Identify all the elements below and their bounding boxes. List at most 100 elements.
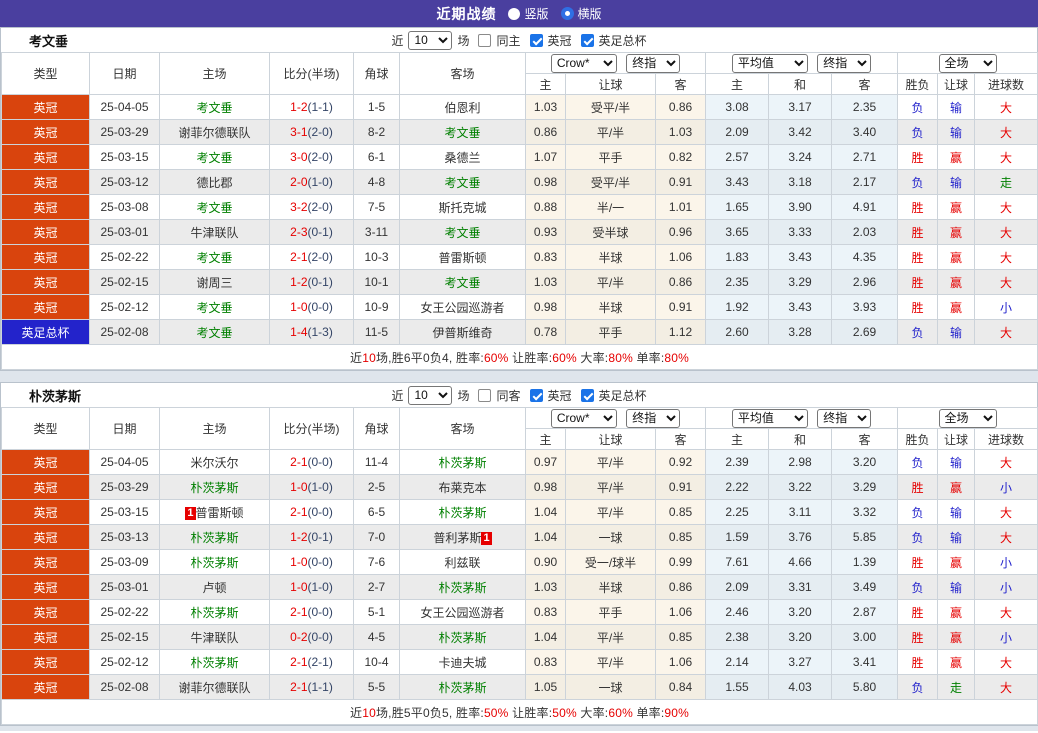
asia-handicap: 受平/半 [565,169,656,195]
date-cell: 25-03-13 [89,524,160,550]
fulltime-score: 2-1 [290,505,308,519]
euro-away-odds: 2.96 [831,269,899,295]
halftime-score: (1-0) [307,175,333,189]
bookmaker-select[interactable]: Crow* [550,53,617,73]
average-select[interactable]: 平均值 [731,53,808,73]
layout-horizontal-option[interactable]: 横版 [560,5,602,22]
asia-away-odds: 0.96 [654,219,707,245]
score-cell: 3-2(2-0) [269,194,354,220]
away-team-cell: 伯恩利 [399,94,526,120]
match-row: 英冠 25-03-13 朴茨茅斯 1-2(0-1) 7-0 普利茅斯 1 1.04 一球 0.85… [1,524,1038,550]
euro-away-odds: 3.00 [831,624,899,650]
league-checkbox[interactable] [529,388,543,402]
col-result-handicap: 让球 [937,73,976,95]
games-label: 场 [457,33,470,48]
halftime-score: (2-0) [307,200,333,214]
result-goals: 大 [974,599,1038,625]
average-select[interactable]: 平均值 [731,408,808,428]
match-count-select[interactable]: 10 [408,385,453,405]
asia-away-odds: 1.06 [654,244,707,270]
corners-cell: 3-11 [353,219,400,245]
asia-away-odds: 0.82 [654,144,707,170]
date-cell: 25-03-01 [89,574,160,600]
same-venue-checkbox[interactable] [478,33,492,47]
asia-home-odds: 0.78 [525,319,566,345]
home-team-cell: 卢顿 [159,574,270,600]
euro-home-odds: 3.65 [705,219,770,245]
euro-away-odds: 3.32 [831,499,899,525]
match-row: 英足总杯 25-02-08 考文垂 1-4(1-3) 11-5 伊普斯维奇 0.78 平手 1.… [1,319,1038,345]
away-team-cell: 普利茅斯 1 [399,524,526,550]
final-index-select-2[interactable]: 终指 [817,53,872,73]
result-handicap: 输 [937,449,976,475]
euro-draw-odds: 2.98 [768,449,833,475]
match-row: 英冠 25-04-05 米尔沃尔 2-1(0-0) 11-4 朴茨茅斯 0.97 平/半 0.9… [1,449,1038,475]
match-type-badge: 英冠 [1,244,90,270]
league-checkbox[interactable] [529,33,543,47]
euro-away-odds: 2.03 [831,219,899,245]
red-card-badge: 1 [481,531,492,545]
corners-cell: 1-5 [353,94,400,120]
scope-select[interactable]: 全场 [938,53,997,73]
corners-cell: 10-1 [353,269,400,295]
euro-away-odds: 3.49 [831,574,899,600]
asia-home-odds: 1.07 [525,144,566,170]
away-team-cell: 朴茨茅斯 [399,499,526,525]
result-outcome: 负 [897,169,939,195]
radio-checked-icon[interactable] [560,7,574,20]
bottom-divider [0,726,1038,731]
home-team-cell: 考文垂 [159,319,270,345]
same-venue-checkbox[interactable] [478,388,492,402]
asia-home-odds: 1.05 [525,674,566,700]
asia-handicap: 平/半 [565,119,656,145]
final-index-select-2[interactable]: 终指 [817,408,872,428]
radio-unchecked-icon[interactable] [508,7,521,20]
col-asia-handicap: 让球 [565,73,656,95]
match-type-badge: 英冠 [1,574,90,600]
asia-home-odds: 0.98 [525,474,566,500]
euro-home-odds: 1.83 [705,244,770,270]
home-team-cell: 考文垂 [159,194,270,220]
table-controls: 考文垂 近 10 场 同主 英冠 英足总杯 [1,28,1037,52]
match-type-badge: 英冠 [1,269,90,295]
result-outcome: 胜 [897,649,939,675]
result-outcome: 负 [897,574,939,600]
euro-away-odds: 5.80 [831,674,899,700]
title-bar: 近期战绩 竖版 横版 [0,0,1038,27]
score-cell: 2-1(0-0) [269,449,354,475]
match-type-badge: 英冠 [1,674,90,700]
euro-home-odds: 2.14 [705,649,770,675]
score-cell: 1-4(1-3) [269,319,354,345]
final-index-select[interactable]: 终指 [626,408,681,428]
col-type: 类型 [1,407,90,450]
euro-home-odds: 2.25 [705,499,770,525]
euro-home-odds: 1.59 [705,524,770,550]
match-row: 英冠 25-02-22 考文垂 2-1(2-0) 10-3 普雷斯顿 0.83 半球 1.06 1… [1,244,1038,270]
team-results-section-portsmouth: 朴茨茅斯 近 10 场 同客 英冠 英足总杯 类型 日期 主场 比分(半场) 角… [0,382,1038,726]
away-team-cell: 考文垂 [399,169,526,195]
asia-handicap: 一球 [565,524,656,550]
final-index-select[interactable]: 终指 [626,53,681,73]
result-handicap: 输 [937,499,976,525]
match-row: 英冠 25-03-15 1 普雷斯顿 2-1(0-0) 6-5 朴茨茅斯 1.04 平/半 0.8… [1,499,1038,525]
col-result-wl: 胜负 [897,428,939,450]
halftime-score: (0-1) [307,275,333,289]
fulltime-score: 1-0 [290,580,308,594]
score-cell: 2-1(2-0) [269,244,354,270]
euro-draw-odds: 3.11 [768,499,833,525]
asia-home-odds: 0.93 [525,219,566,245]
cup-checkbox[interactable] [580,33,594,47]
home-team-cell: 牛津联队 [159,219,270,245]
match-row: 英冠 25-02-08 谢菲尔德联队 2-1(1-1) 5-5 朴茨茅斯 1.05 一球 0.8… [1,674,1038,700]
match-count-select[interactable]: 10 [408,30,453,50]
layout-vertical-option[interactable]: 竖版 [508,5,549,22]
home-team-cell: 朴茨茅斯 [159,599,270,625]
date-cell: 25-04-05 [89,449,160,475]
asia-away-odds: 0.99 [654,549,707,575]
score-cell: 1-0(0-0) [269,294,354,320]
fulltime-score: 3-2 [290,200,308,214]
scope-select[interactable]: 全场 [938,408,997,428]
cup-checkbox[interactable] [580,388,594,402]
bookmaker-select[interactable]: Crow* [550,408,617,428]
euro-home-odds: 7.61 [705,549,770,575]
